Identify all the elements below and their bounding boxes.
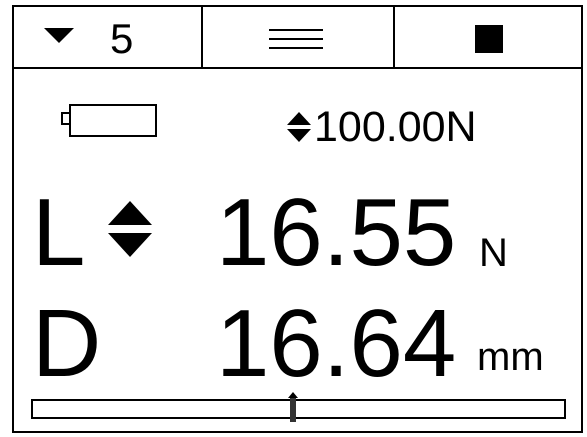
up-down-arrows-icon bbox=[287, 112, 311, 142]
reading-d-unit: mm bbox=[477, 335, 544, 379]
mode-dropdown[interactable]: 5 bbox=[14, 7, 203, 67]
top-toolbar: 5 bbox=[14, 7, 581, 69]
instrument-screen: 5 100.00N L 16.55 N D 16.64 mm bbox=[12, 5, 583, 433]
position-bar bbox=[31, 392, 566, 422]
reading-l-unit: N bbox=[479, 231, 508, 275]
position-marker-icon bbox=[288, 392, 299, 422]
dropdown-value: 5 bbox=[110, 15, 134, 62]
menu-icon bbox=[269, 29, 323, 49]
stop-button[interactable] bbox=[395, 7, 581, 67]
reading-d-label: D bbox=[32, 290, 102, 397]
reading-l-label: L bbox=[32, 179, 86, 286]
setpoint-value: 100.00N bbox=[314, 103, 477, 151]
setpoint-control[interactable]: 100.00N bbox=[286, 103, 477, 151]
stop-icon bbox=[475, 25, 503, 53]
menu-button[interactable] bbox=[203, 7, 395, 67]
dropdown-arrow-icon bbox=[44, 28, 74, 43]
battery-icon bbox=[61, 104, 157, 137]
reading-d-value: 16.64 bbox=[216, 290, 457, 397]
up-down-arrows-icon[interactable] bbox=[106, 199, 154, 259]
reading-l-value: 16.55 bbox=[216, 179, 457, 286]
